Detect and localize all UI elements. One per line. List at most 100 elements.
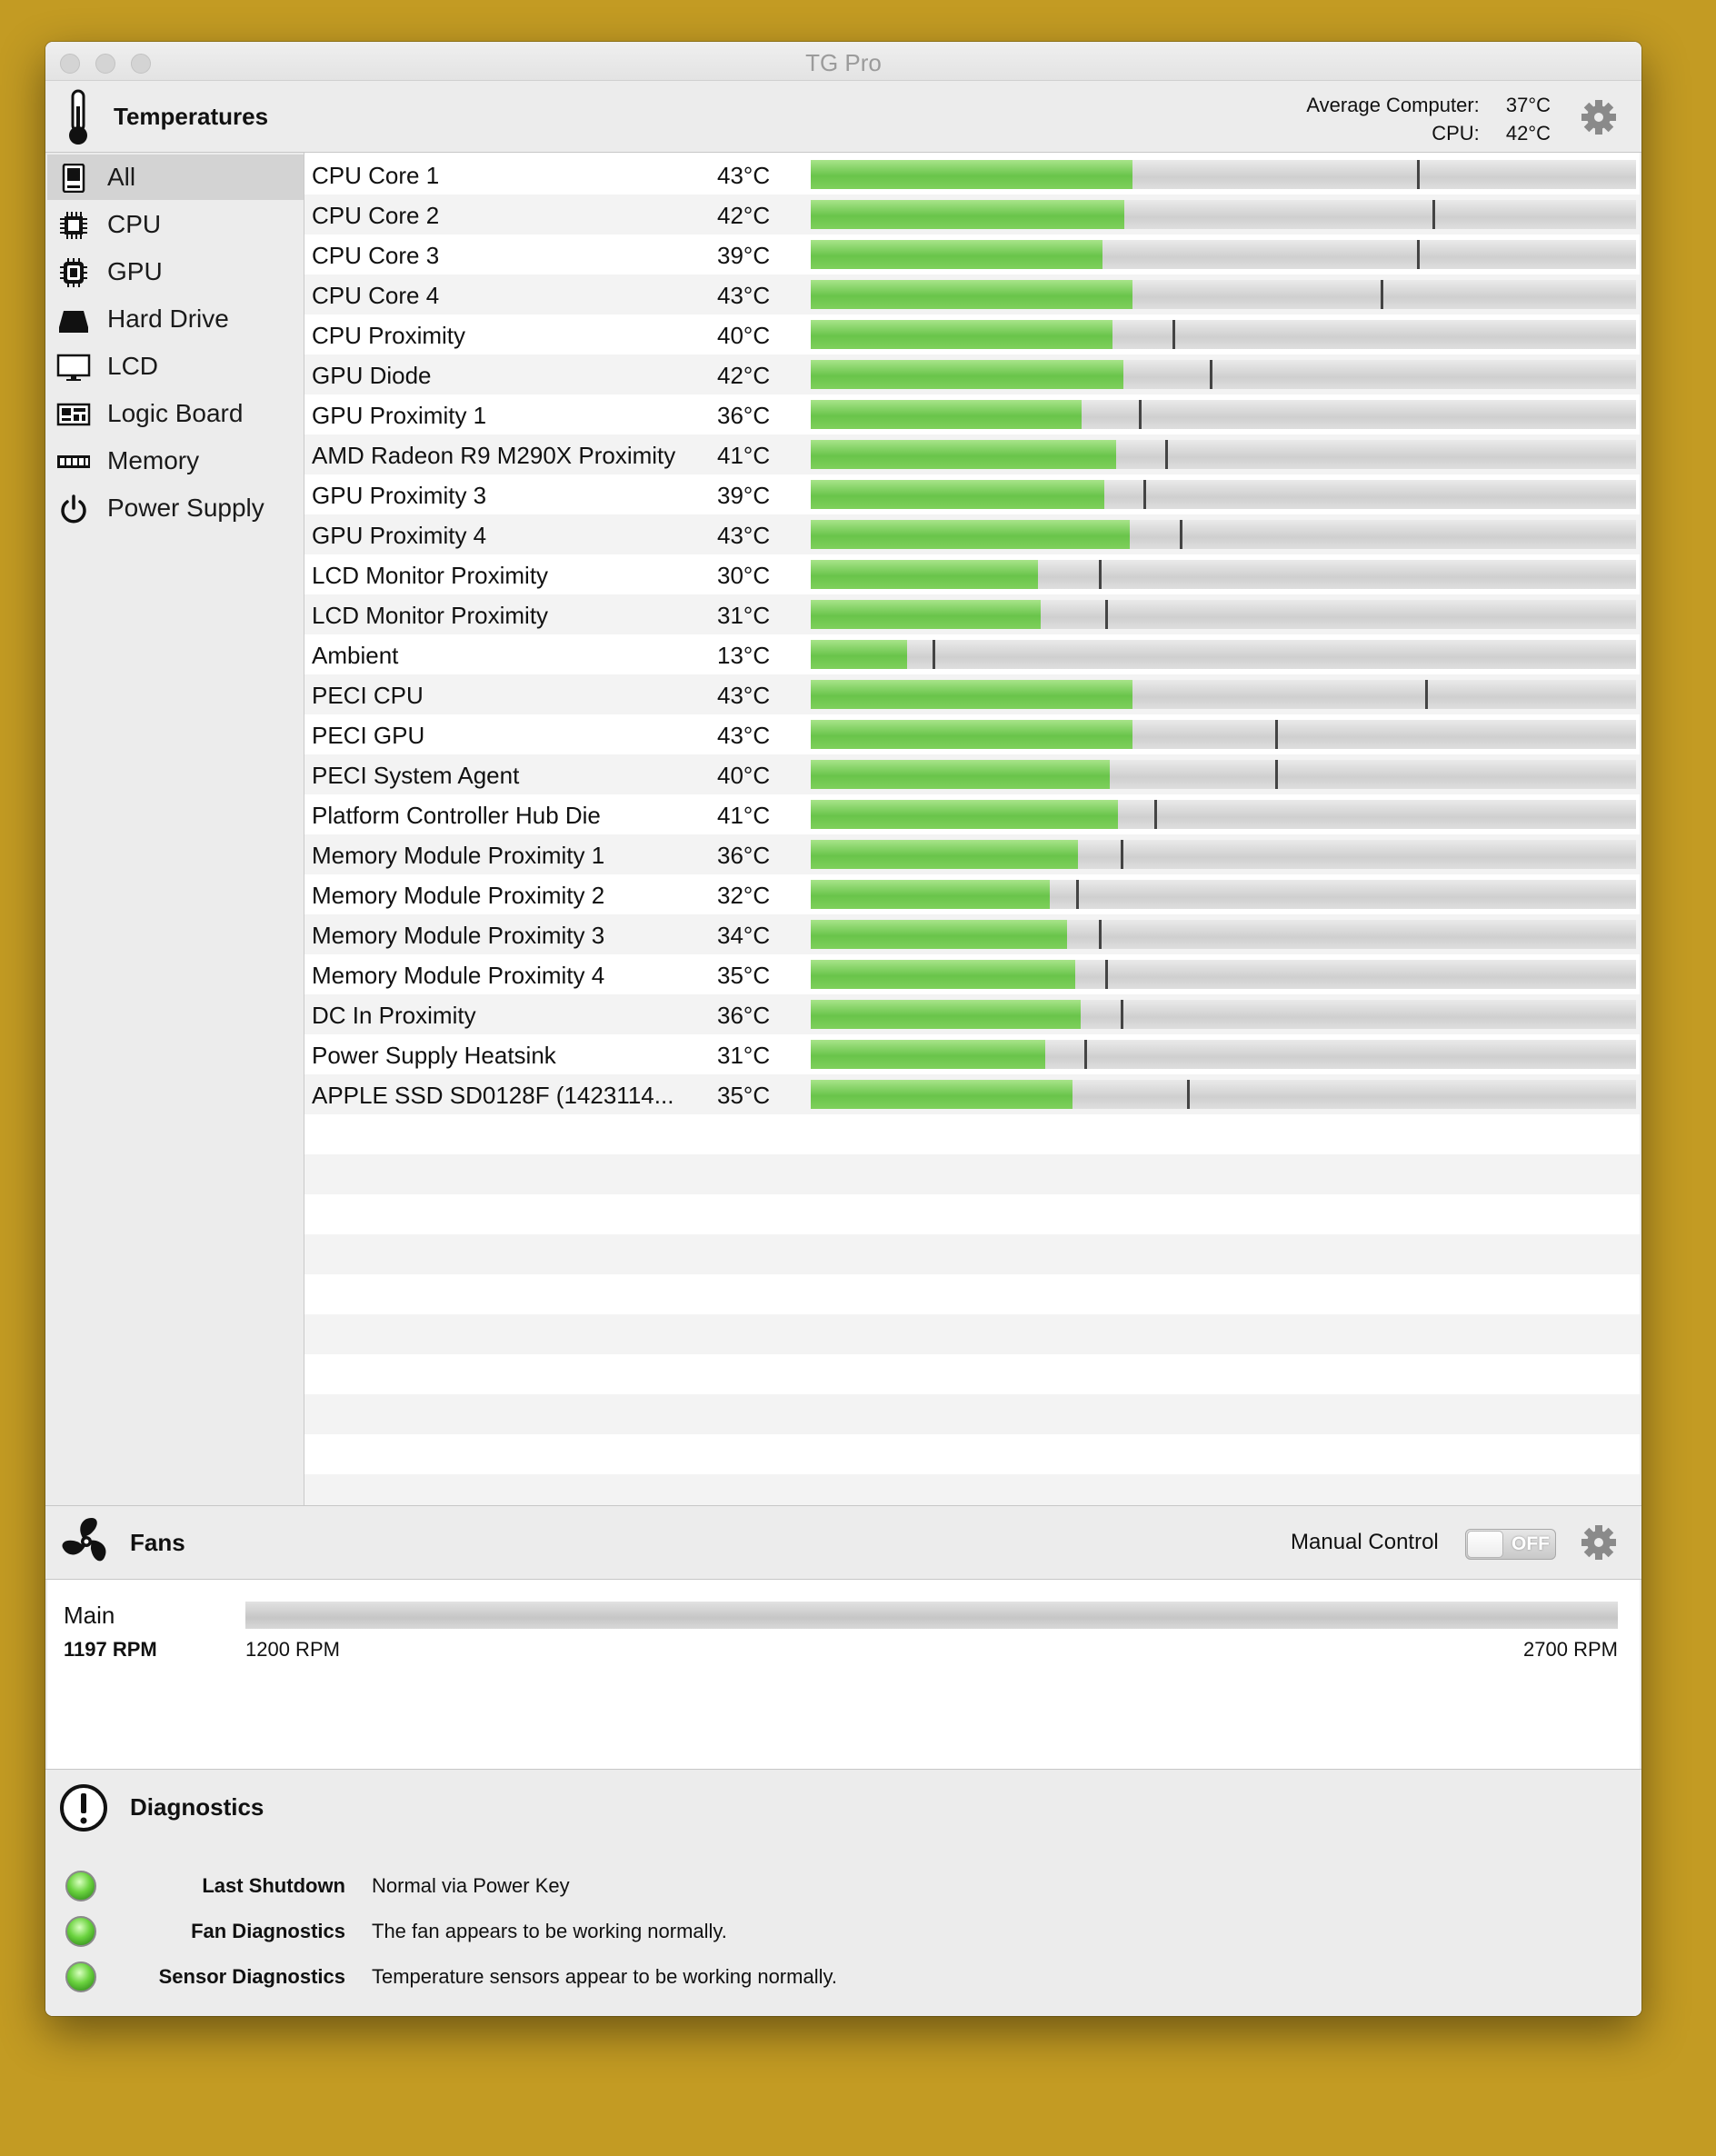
sensor-row[interactable]: APPLE SSD SD0128F (1423114... 35°C <box>304 1074 1640 1114</box>
average-readout: Average Computer: 37°C CPU: 42°C <box>1306 91 1551 147</box>
temperature-bar-fill <box>811 1000 1081 1029</box>
sensor-temperature: 13°C <box>717 642 771 669</box>
temperature-bar-fill <box>811 800 1118 829</box>
temperature-bar-fill <box>811 680 1132 709</box>
temperature-bar-fill <box>811 440 1116 469</box>
sensor-row[interactable]: LCD Monitor Proximity 31°C <box>304 594 1640 634</box>
fans-title: Fans <box>130 1529 185 1556</box>
max-temperature-marker <box>1187 1080 1190 1109</box>
max-temperature-marker <box>1099 920 1102 949</box>
sensor-name: CPU Core 4 <box>312 282 440 309</box>
sidebar-item-gpu[interactable]: GPU <box>47 249 304 294</box>
sensor-row[interactable]: GPU Diode 42°C <box>304 354 1640 394</box>
sensor-row[interactable]: PECI System Agent 40°C <box>304 754 1640 794</box>
sensor-row[interactable]: CPU Proximity 40°C <box>304 314 1640 354</box>
sidebar-item-power-supply[interactable]: Power Supply <box>47 485 304 531</box>
monitor-icon <box>56 354 91 381</box>
sensor-temperature: 35°C <box>717 962 771 989</box>
sidebar-item-logic-board[interactable]: Logic Board <box>47 391 304 436</box>
sensor-name: PECI System Agent <box>312 762 520 789</box>
sensor-name: Memory Module Proximity 3 <box>312 922 605 949</box>
sensor-row[interactable]: GPU Proximity 3 39°C <box>304 474 1640 514</box>
memory-icon <box>57 455 90 468</box>
sensor-row[interactable]: Ambient 13°C <box>304 634 1640 674</box>
toggle-knob <box>1467 1531 1503 1558</box>
sensor-row[interactable]: GPU Proximity 1 36°C <box>304 394 1640 434</box>
sensor-temperature: 36°C <box>717 842 771 869</box>
manual-control-label: Manual Control <box>1291 1530 1439 1554</box>
temperature-bar <box>811 560 1636 589</box>
sensor-row[interactable]: PECI CPU 43°C <box>304 674 1640 714</box>
sensor-temperature: 42°C <box>717 362 771 389</box>
average-cpu-label: CPU: <box>1432 122 1480 145</box>
temperatures-title: Temperatures <box>114 103 269 130</box>
sensor-row[interactable]: GPU Proximity 4 43°C <box>304 514 1640 554</box>
sensor-row[interactable]: CPU Core 1 43°C <box>304 155 1640 195</box>
empty-row <box>304 1394 1640 1434</box>
temperature-bar-fill <box>811 760 1110 789</box>
temperature-bar <box>811 760 1636 789</box>
max-temperature-marker <box>1275 720 1278 749</box>
sensor-name: CPU Core 2 <box>312 202 440 229</box>
title-bar: TG Pro <box>45 42 1641 81</box>
sensor-name: GPU Proximity 1 <box>312 402 487 429</box>
fans-gear-icon[interactable] <box>1580 1523 1618 1562</box>
empty-row <box>304 1154 1640 1194</box>
toggle-state-label: OFF <box>1511 1533 1550 1554</box>
temperature-bar <box>811 640 1636 669</box>
sensor-row[interactable]: Memory Module Proximity 1 36°C <box>304 834 1640 874</box>
temperature-bar-fill <box>811 360 1123 389</box>
temperature-bar <box>811 520 1636 549</box>
average-computer-label: Average Computer: <box>1306 94 1480 116</box>
last-shutdown-label: Last Shutdown <box>202 1874 345 1897</box>
sidebar-item-all[interactable]: All <box>47 155 304 200</box>
max-temperature-marker <box>1121 840 1123 869</box>
temperature-bar <box>811 1040 1636 1069</box>
max-temperature-marker <box>1417 160 1420 189</box>
sensor-temperature: 40°C <box>717 762 771 789</box>
temperature-bar <box>811 1080 1636 1109</box>
sensor-row[interactable]: CPU Core 2 42°C <box>304 195 1640 235</box>
sensor-row[interactable]: Power Supply Heatsink 31°C <box>304 1034 1640 1074</box>
thermometer-icon <box>69 89 87 145</box>
temperature-bar-fill <box>811 640 907 669</box>
fan-speed-bar <box>245 1602 1618 1629</box>
sensor-temperature: 43°C <box>717 722 771 749</box>
fan-icon <box>62 1518 106 1562</box>
sensor-name: APPLE SSD SD0128F (1423114... <box>312 1082 674 1109</box>
sensor-row[interactable]: PECI GPU 43°C <box>304 714 1640 754</box>
sensor-row[interactable]: AMD Radeon R9 M290X Proximity 41°C <box>304 434 1640 474</box>
sensor-name: GPU Proximity 4 <box>312 522 487 549</box>
temperature-bar <box>811 240 1636 269</box>
temperature-bar <box>811 960 1636 989</box>
sidebar-item-lcd[interactable]: LCD <box>47 344 304 389</box>
sensor-row[interactable]: Memory Module Proximity 4 35°C <box>304 954 1640 994</box>
empty-row <box>304 1354 1640 1394</box>
sensor-row[interactable]: DC In Proximity 36°C <box>304 994 1640 1034</box>
sensor-temperature: 43°C <box>717 522 771 549</box>
sensor-row[interactable]: Memory Module Proximity 2 32°C <box>304 874 1640 914</box>
empty-row <box>304 1474 1640 1505</box>
sidebar-item-cpu[interactable]: CPU <box>47 202 304 247</box>
sensor-temperature: 35°C <box>717 1082 771 1109</box>
sensor-name: PECI CPU <box>312 682 424 709</box>
manual-control-toggle[interactable]: OFF <box>1465 1529 1556 1560</box>
temperature-bar <box>811 160 1636 189</box>
temperature-bar-fill <box>811 880 1050 909</box>
sensor-row[interactable]: CPU Core 4 43°C <box>304 274 1640 314</box>
temperatures-gear-icon[interactable] <box>1580 98 1618 136</box>
temperature-bar <box>811 440 1636 469</box>
sensor-row[interactable]: Platform Controller Hub Die 41°C <box>304 794 1640 834</box>
sensor-name: AMD Radeon R9 M290X Proximity <box>312 442 676 469</box>
sidebar-item-hard-drive[interactable]: Hard Drive <box>47 296 304 342</box>
sidebar-item-memory[interactable]: Memory <box>47 438 304 484</box>
temperature-bar-fill <box>811 920 1067 949</box>
sensor-row[interactable]: CPU Core 3 39°C <box>304 235 1640 274</box>
temperature-bar <box>811 320 1636 349</box>
sensor-name: Memory Module Proximity 4 <box>312 962 605 989</box>
sensor-name: Power Supply Heatsink <box>312 1042 556 1069</box>
sensor-row[interactable]: Memory Module Proximity 3 34°C <box>304 914 1640 954</box>
temperature-bar-fill <box>811 840 1078 869</box>
sensor-row[interactable]: LCD Monitor Proximity 30°C <box>304 554 1640 594</box>
max-temperature-marker <box>1154 800 1157 829</box>
